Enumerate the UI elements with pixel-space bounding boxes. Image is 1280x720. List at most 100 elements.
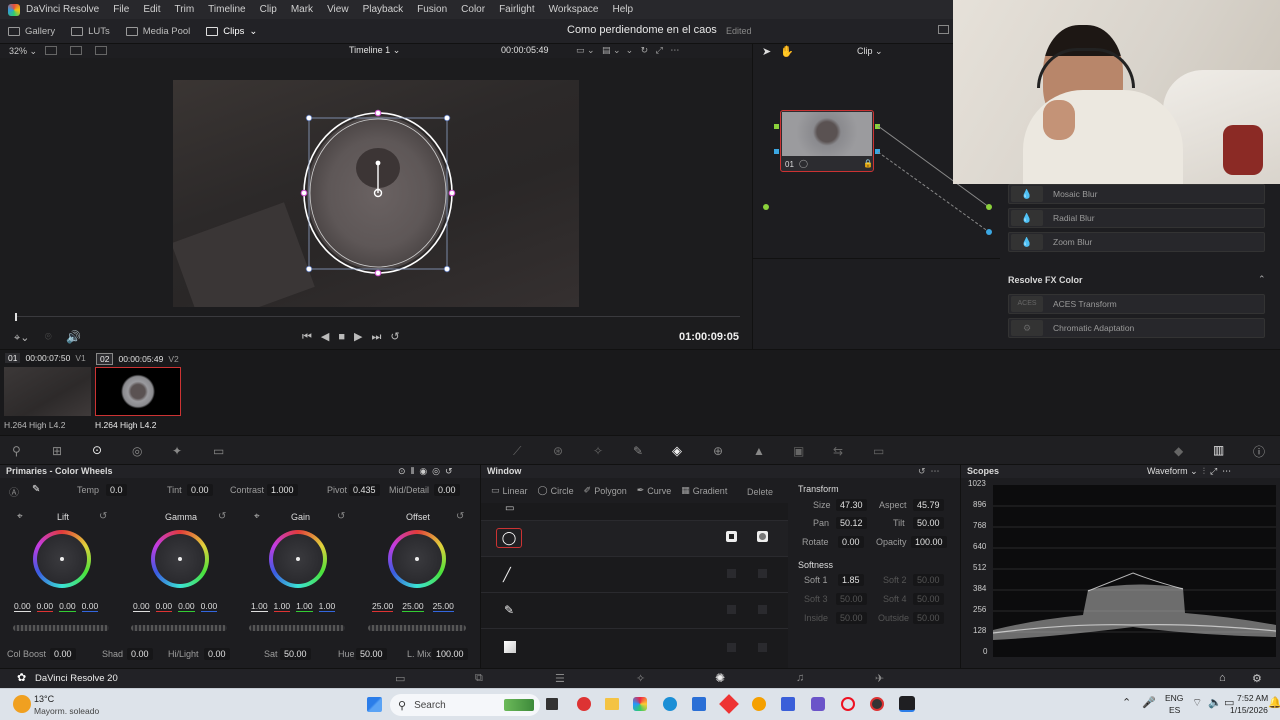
fx-mosaic-blur[interactable]: 💧 Mosaic Blur (1008, 184, 1265, 204)
auto-balance-icon[interactable]: Ⓐ (9, 484, 19, 499)
microphone-icon[interactable]: 🎤 (1142, 696, 1156, 709)
viewer-layout-icon[interactable] (45, 46, 57, 55)
reset-gain-icon[interactable]: ↺ (337, 511, 345, 522)
window-handle[interactable] (443, 265, 451, 273)
cut-page-icon[interactable]: ⧉ (475, 672, 483, 685)
teams-icon[interactable] (811, 697, 825, 711)
fx-chromatic-adaptation[interactable]: ⚙ Chromatic Adaptation (1008, 318, 1265, 338)
deliver-page-icon[interactable]: ✈ (875, 672, 884, 685)
gear-icon[interactable]: ⚙ (1252, 672, 1262, 685)
rgb-mixer-icon[interactable]: ✦ (172, 444, 182, 458)
window-row-linear[interactable]: ▭ (481, 503, 788, 521)
curves-icon[interactable]: ⟋ (513, 444, 521, 459)
size-value[interactable]: 47.30 (836, 499, 867, 511)
menu-fairlight[interactable]: Fairlight (492, 4, 542, 15)
weather-icon[interactable] (13, 695, 31, 713)
viewer[interactable] (0, 58, 752, 313)
blur-icon[interactable]: ▣ (793, 444, 804, 458)
window-handle[interactable] (305, 114, 313, 122)
window-handle[interactable] (305, 265, 313, 273)
menu-clip[interactable]: Clip (253, 4, 284, 15)
magic-mask-icon[interactable]: ▲ (753, 444, 765, 458)
copilot-icon[interactable] (633, 697, 647, 711)
hdr-icon[interactable]: ◎ (132, 444, 142, 458)
offset-master-slider[interactable] (368, 625, 466, 631)
menu-mark[interactable]: Mark (284, 4, 320, 15)
gain-master-slider[interactable] (249, 625, 345, 631)
lift-y[interactable]: 0.00 (14, 601, 31, 612)
gamma-b[interactable]: 0.00 (200, 601, 218, 612)
lift-b[interactable]: 0.00 (81, 601, 99, 612)
gamma-wheel[interactable] (151, 530, 209, 588)
mask-toggle[interactable] (758, 643, 767, 652)
lift-r[interactable]: 0.00 (36, 601, 54, 612)
diamond-icon[interactable]: ◆ (1174, 444, 1183, 458)
luts-button[interactable]: LUTs (63, 26, 118, 37)
gain-b[interactable]: 1.00 (318, 601, 336, 612)
target-icon[interactable]: ⌖⌄ (14, 331, 29, 345)
reset-offset-icon[interactable]: ↺ (456, 511, 464, 522)
curve-window-tool[interactable]: ✒ Curve (637, 485, 672, 496)
playhead[interactable] (15, 313, 17, 321)
home-icon[interactable]: ⌂ (1219, 672, 1226, 684)
mask-toggle[interactable] (758, 605, 767, 614)
taskbar-search[interactable]: ⚲ Search (390, 694, 540, 716)
sat-value[interactable]: 50.00 (280, 648, 311, 660)
circle-window-tool[interactable]: ◯ Circle (538, 485, 574, 496)
app-icon-blue[interactable] (781, 697, 795, 711)
gamma-r[interactable]: 0.00 (155, 601, 173, 612)
circle-window-icon[interactable]: ◯ (496, 528, 522, 548)
camera-raw-icon[interactable]: ⚲ (12, 444, 21, 458)
window-panel-icons[interactable]: ↺ ⋯ (918, 465, 940, 478)
offset-wheel[interactable] (388, 530, 446, 588)
primaries-mode-icons[interactable]: ⊙ ⫴ ◉ ◎ ↺ (398, 465, 453, 478)
window-tool-icon[interactable]: ◈ (672, 443, 682, 459)
clock-date[interactable]: 1/15/2026 (1230, 705, 1268, 715)
edit-page-icon[interactable]: ☰ (555, 672, 565, 685)
opera-icon[interactable] (841, 697, 855, 711)
fairlight-page-icon[interactable]: ♫ (796, 672, 804, 684)
key-icon[interactable]: ⇆ (833, 444, 843, 458)
aspect-value[interactable]: 45.79 (913, 499, 944, 511)
clock-time[interactable]: 7:52 AM (1237, 693, 1268, 703)
edge-icon[interactable] (663, 697, 677, 711)
invert-toggle[interactable] (727, 569, 736, 578)
gamma-master-slider[interactable] (131, 625, 227, 631)
menu-help[interactable]: Help (605, 4, 640, 15)
lift-master-slider[interactable] (13, 625, 109, 631)
menu-fusion[interactable]: Fusion (410, 4, 454, 15)
soft2-value[interactable]: 50.00 (913, 574, 944, 586)
color-page-icon[interactable]: ✺ (715, 671, 725, 685)
colboost-value[interactable]: 0.00 (50, 648, 76, 660)
gamma-y[interactable]: 0.00 (133, 601, 150, 612)
color-wheels-icon[interactable]: ⊙ (92, 443, 102, 457)
menu-view[interactable]: View (320, 4, 356, 15)
lang-primary[interactable]: ENG (1165, 693, 1183, 703)
menu-playback[interactable]: Playback (356, 4, 411, 15)
chevron-up-icon[interactable]: ⌃ (1122, 696, 1131, 709)
clip-01-thumbnail[interactable] (4, 367, 91, 416)
gradient-window-tool[interactable]: ▦ Gradient (681, 485, 727, 496)
wheel-center[interactable] (415, 557, 419, 561)
window-row-curve[interactable]: ✎ (481, 593, 788, 629)
shad-value[interactable]: 0.00 (127, 648, 153, 660)
wheel-center[interactable] (296, 557, 300, 561)
file-explorer-icon[interactable] (605, 698, 619, 710)
gain-r[interactable]: 1.00 (273, 601, 291, 612)
playback-controls[interactable]: ⏮◀■▶⏭↺ (302, 330, 409, 344)
tint-value[interactable]: 0.00 (187, 484, 213, 496)
rotate-value[interactable]: 0.00 (838, 536, 864, 548)
power-window-overlay[interactable] (0, 58, 752, 313)
volume-icon[interactable]: 🔊 (66, 330, 81, 344)
menu-timeline[interactable]: Timeline (201, 4, 252, 15)
offset-g[interactable]: 25.00 (402, 601, 424, 612)
window-row-gradient[interactable] (481, 629, 788, 665)
hilight-value[interactable]: 0.00 (204, 648, 230, 660)
wheel-center[interactable] (178, 557, 182, 561)
color-warper-icon[interactable]: ⊛ (553, 444, 563, 458)
scrubber-track[interactable] (15, 316, 740, 317)
volume-icon[interactable]: 🔈 (1208, 696, 1222, 709)
window-handle[interactable] (374, 109, 382, 117)
wheel-center[interactable] (60, 557, 64, 561)
invert-toggle[interactable] (727, 643, 736, 652)
